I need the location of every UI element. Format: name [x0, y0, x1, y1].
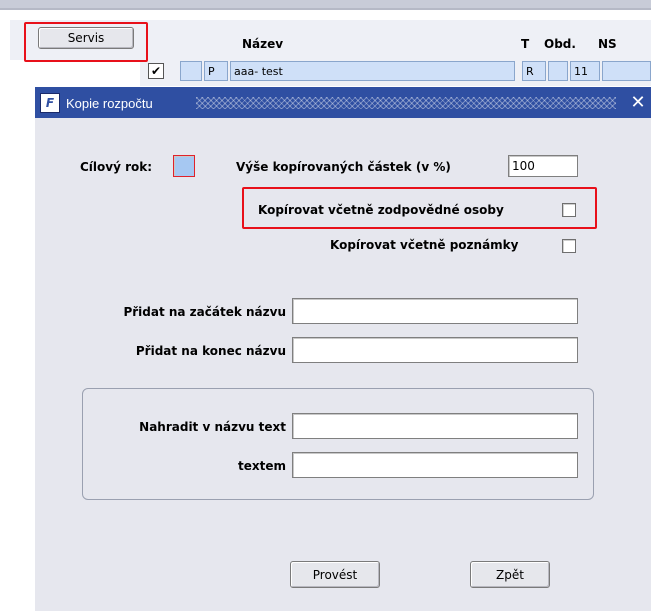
row-type-cell[interactable]: P: [204, 61, 228, 81]
copy-notes-label: Kopírovat včetně poznámky: [330, 238, 519, 252]
execute-button[interactable]: Provést: [290, 561, 380, 588]
copy-responsible-checkbox[interactable]: [562, 203, 576, 217]
replace-field[interactable]: [292, 413, 578, 439]
amount-percent-field[interactable]: 100: [508, 155, 578, 177]
app-icon: F: [40, 93, 60, 113]
top-border: [0, 0, 651, 8]
target-year-field[interactable]: [173, 155, 195, 177]
replace-text-group: [82, 388, 594, 500]
suffix-field[interactable]: [292, 337, 578, 363]
row-obd-cell[interactable]: 11: [570, 61, 600, 81]
with-text-field[interactable]: [292, 452, 578, 478]
back-button[interactable]: Zpět: [470, 561, 550, 588]
column-ns[interactable]: NS: [598, 37, 617, 51]
copy-notes-checkbox[interactable]: [562, 239, 576, 253]
copy-responsible-label: Kopírovat včetně zodpovědné osoby: [258, 203, 504, 217]
servis-button[interactable]: Servis: [38, 27, 134, 49]
close-icon[interactable]: ✕: [628, 90, 648, 114]
target-year-label: Cílový rok:: [80, 160, 153, 174]
row-ns-cell[interactable]: [602, 61, 651, 81]
suffix-label: Přidat na konec názvu: [135, 344, 286, 358]
row-checkbox[interactable]: ✔: [148, 63, 164, 79]
dialog-title: Kopie rozpočtu: [66, 96, 153, 111]
prefix-field[interactable]: [292, 298, 578, 324]
column-nazev[interactable]: Název: [242, 37, 283, 51]
row-cell-blank[interactable]: [180, 61, 202, 81]
replace-label: Nahradit v názvu text: [139, 420, 286, 434]
prefix-label: Přidat na začátek názvu: [123, 305, 286, 319]
column-obd[interactable]: Obd.: [544, 37, 576, 51]
column-t[interactable]: T: [521, 37, 529, 51]
top-border-shadow: [0, 8, 651, 10]
row-blank-cell[interactable]: [548, 61, 568, 81]
titlebar-pattern: [196, 97, 616, 109]
row-name-cell[interactable]: aaa- test: [230, 61, 515, 81]
amount-percent-label: Výše kopírovaných částek (v %): [236, 160, 451, 174]
with-text-label: textem: [238, 459, 286, 473]
row-t-cell[interactable]: R: [522, 61, 546, 81]
